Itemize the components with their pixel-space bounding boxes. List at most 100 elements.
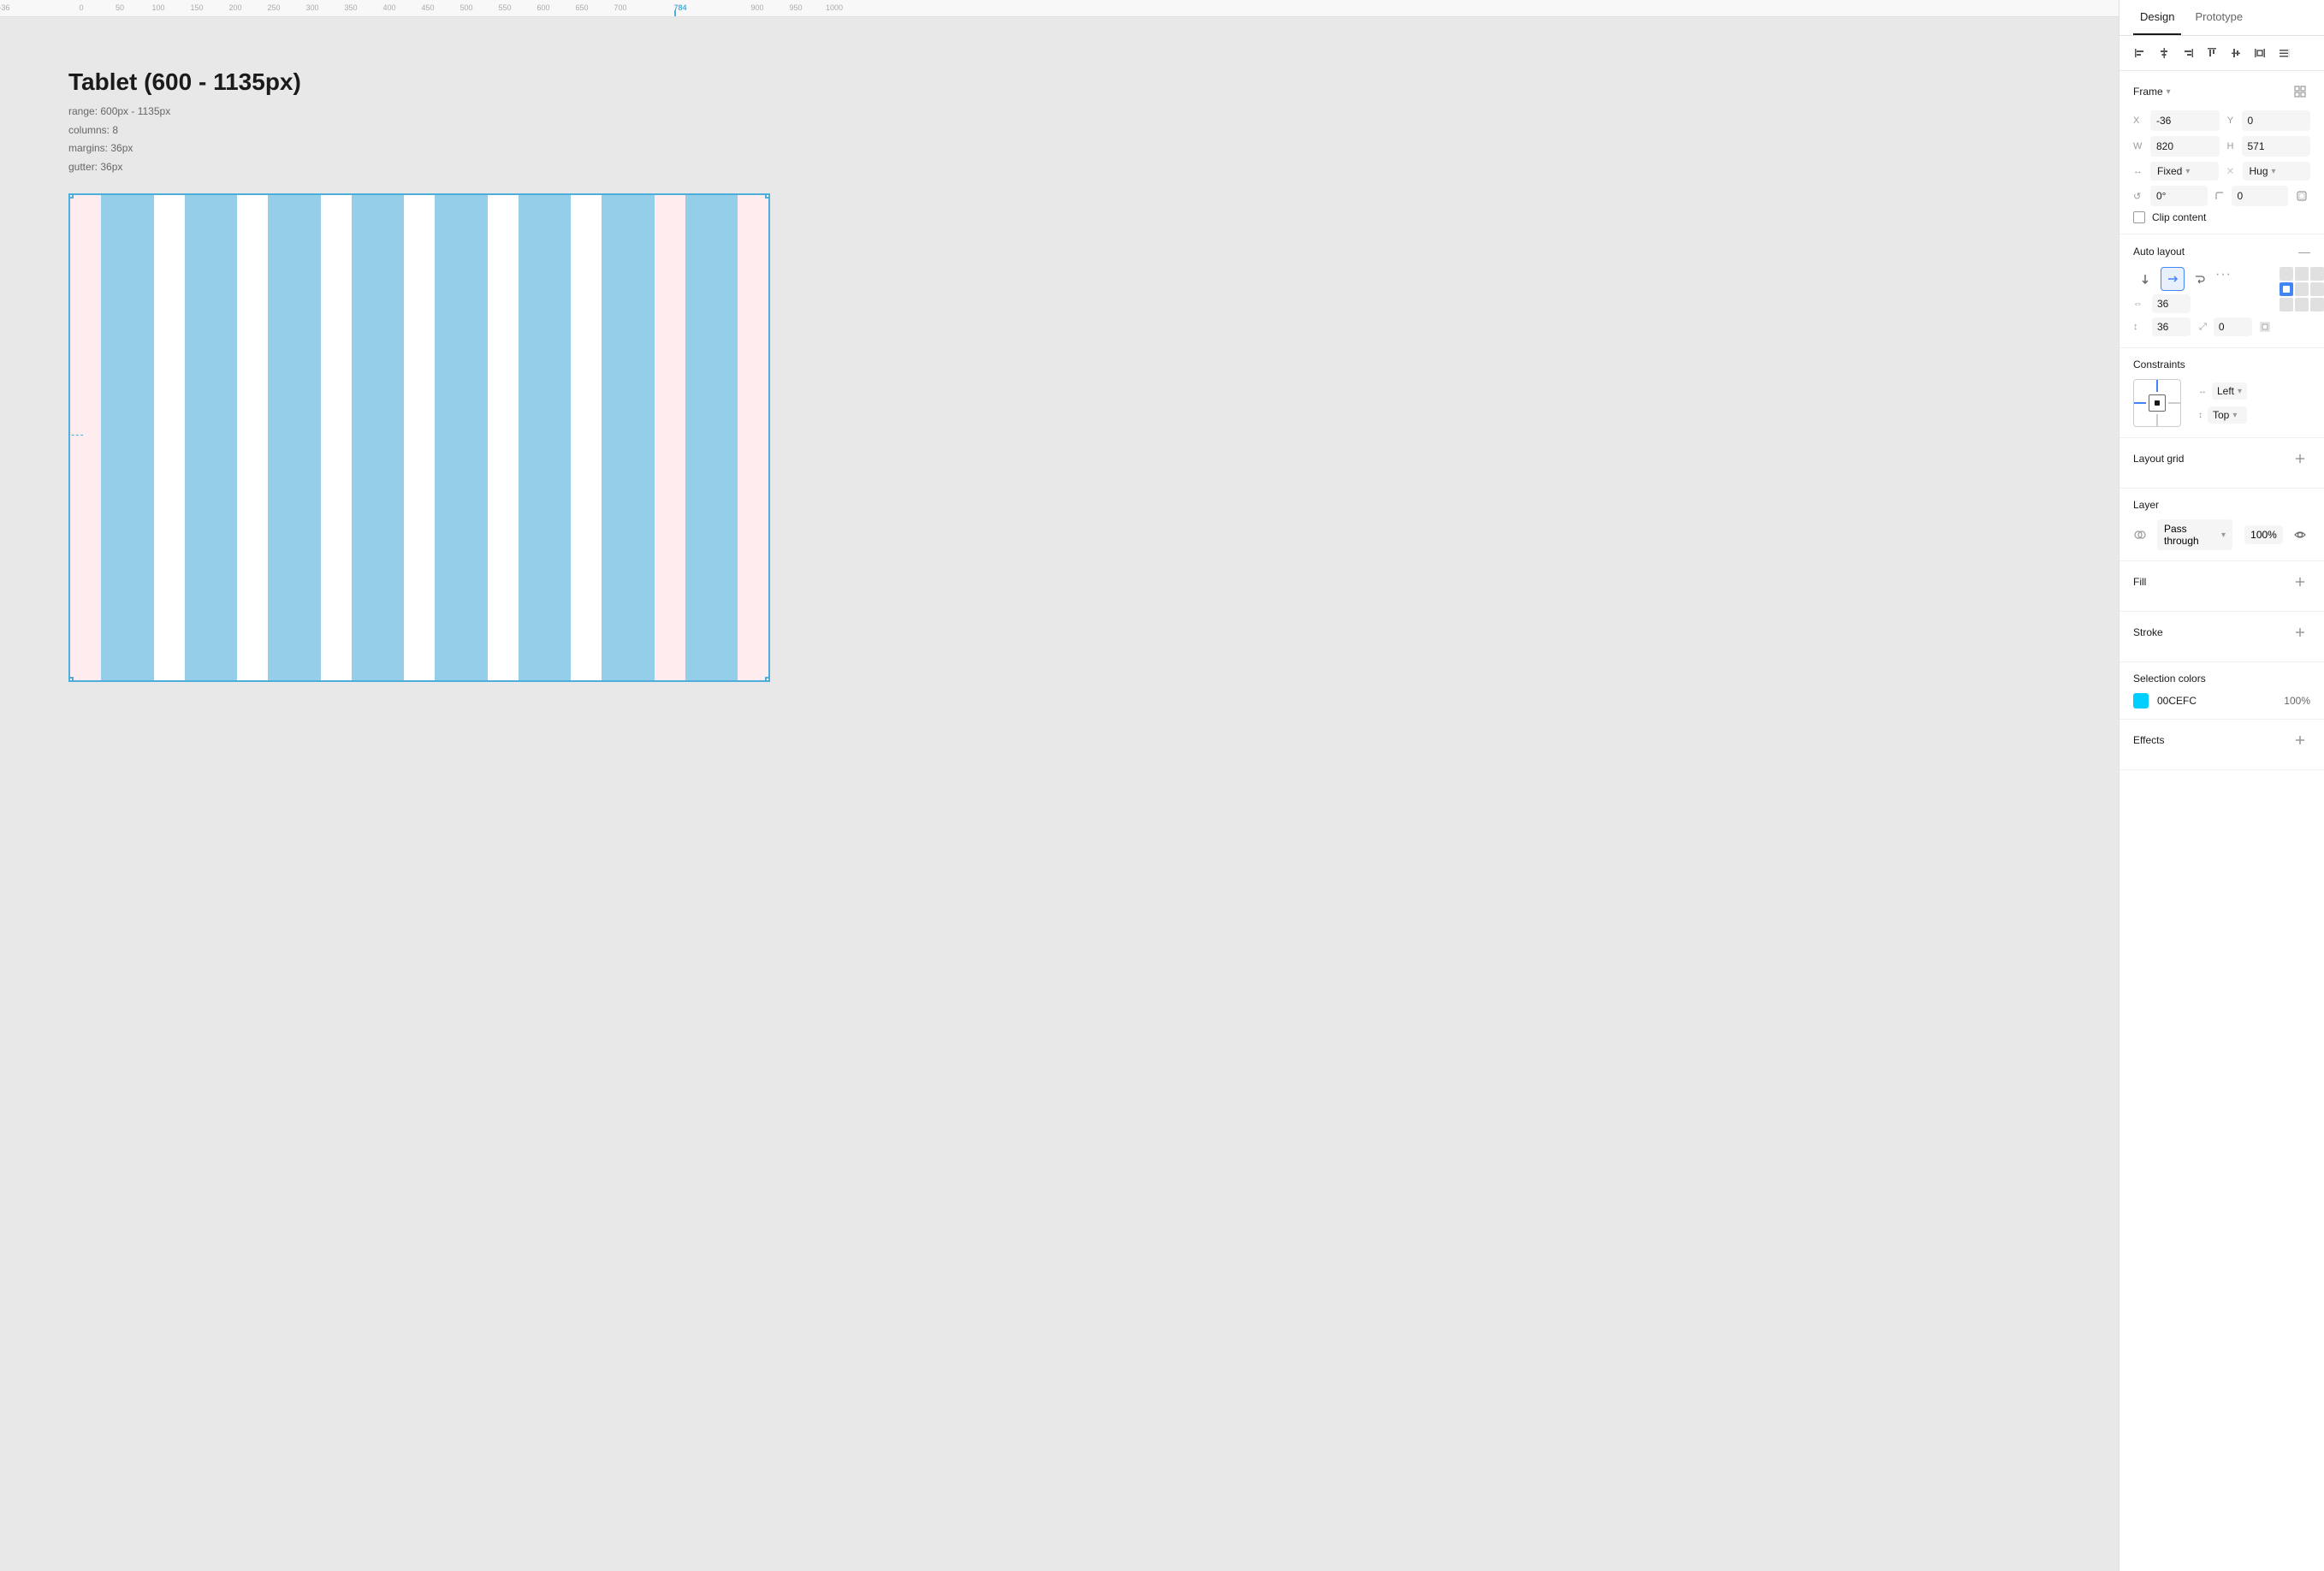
effects-section: Effects (2119, 720, 2324, 770)
effects-add-btn[interactable] (2290, 730, 2310, 750)
rotation-input[interactable]: 0° (2150, 186, 2208, 206)
vertical-gap-input[interactable]: 36 (2152, 317, 2191, 336)
wh-row: W 820 H 571 (2133, 136, 2310, 157)
clip-content-label: Clip content (2152, 211, 2206, 223)
ruler-tick: 900 (750, 3, 763, 12)
padding-row: ↕ 36 ⤢ 0 (2133, 317, 2273, 337)
padding-individual-icon[interactable] (2257, 317, 2273, 337)
align-left-icon[interactable] (2130, 43, 2150, 63)
grid-margin-left (70, 195, 101, 680)
fill-header: Fill (2133, 572, 2310, 592)
frame-handle-br[interactable] (765, 677, 770, 682)
grid-col-6 (519, 195, 572, 680)
blend-mode-dropdown[interactable]: Pass through ▾ (2157, 519, 2232, 550)
ruler-tick: 250 (267, 3, 280, 12)
constraint-visual (2133, 379, 2181, 427)
visibility-toggle[interactable] (2290, 525, 2310, 545)
corner-individual-icon[interactable] (2293, 186, 2310, 206)
align-center-horizontal-icon[interactable] (2154, 43, 2174, 63)
layout-grid-add-btn[interactable] (2290, 448, 2310, 469)
align-cell[interactable] (2310, 282, 2324, 296)
selection-colors-header: Selection colors (2133, 673, 2310, 685)
height-type-dropdown[interactable]: Hug ▾ (2243, 162, 2311, 181)
auto-layout-collapse[interactable]: — (2298, 245, 2310, 258)
align-cell[interactable] (2310, 298, 2324, 311)
more-align-icon[interactable] (2274, 43, 2294, 63)
y-input[interactable]: 0 (2242, 110, 2311, 131)
grid-col-4 (352, 195, 405, 680)
frame-resize-icon[interactable] (2290, 81, 2310, 102)
align-cell[interactable] (2310, 267, 2324, 281)
auto-layout-title: Auto layout (2133, 246, 2185, 258)
frame-section-title: Frame (2133, 86, 2163, 98)
clip-content-checkbox[interactable] (2133, 211, 2145, 223)
effects-title: Effects (2133, 734, 2164, 746)
w-input[interactable]: 820 (2150, 136, 2220, 157)
frame-handle-bl[interactable] (68, 677, 74, 682)
h-input[interactable]: 571 (2242, 136, 2311, 157)
layout-grid-header: Layout grid (2133, 448, 2310, 469)
fill-title: Fill (2133, 576, 2146, 588)
grid-gutter-2 (237, 195, 268, 680)
distribute-icon[interactable] (2250, 43, 2270, 63)
align-top-icon[interactable] (2202, 43, 2222, 63)
ruler-top: -36 0 50 100 150 200 250 300 350 400 450… (0, 0, 2119, 17)
padding-input[interactable]: 0 (2214, 317, 2252, 336)
align-cell-active[interactable] (2280, 282, 2293, 296)
ruler-tick: 950 (789, 3, 802, 12)
x-input[interactable]: -36 (2150, 110, 2220, 131)
layer-section: Layer Pass through ▾ 100% (2119, 489, 2324, 561)
vertical-constraint-dropdown[interactable]: Top ▾ (2208, 406, 2247, 424)
frame-box[interactable]: 820 × Hug (68, 193, 770, 682)
frame-section: Frame ▾ X -36 Y 0 W 820 H 571 (2119, 71, 2324, 234)
frame-handle-tr[interactable] (765, 193, 770, 199)
horizontal-gap-input[interactable]: 36 (2152, 294, 2191, 313)
ruler-tick: 550 (498, 3, 511, 12)
constraint-left-line (2134, 402, 2146, 404)
tab-design[interactable]: Design (2133, 0, 2181, 35)
h-label: H (2225, 141, 2237, 151)
corner-radius-input[interactable]: 0 (2232, 186, 2289, 206)
size-type-row: ↔ Fixed ▾ ✕ Hug ▾ (2133, 162, 2310, 181)
canvas-content[interactable]: Tablet (600 - 1135px) range: 600px - 113… (0, 17, 2119, 1571)
constraint-bottom-line (2156, 414, 2158, 426)
align-cell[interactable] (2280, 298, 2293, 311)
ruler-tick: 200 (228, 3, 241, 12)
grid-gutter-1 (154, 195, 185, 680)
auto-layout-more-btn[interactable]: ··· (2215, 267, 2232, 291)
fill-add-btn[interactable] (2290, 572, 2310, 592)
color-swatch-row: 00CEFC 100% (2133, 693, 2310, 708)
ruler-tick: 650 (575, 3, 588, 12)
grid-col-3 (268, 195, 321, 680)
direction-down-btn[interactable] (2133, 267, 2157, 291)
stroke-add-btn[interactable] (2290, 622, 2310, 643)
direction-wrap-btn[interactable] (2188, 267, 2212, 291)
opacity-input[interactable]: 100% (2244, 525, 2283, 544)
effects-header: Effects (2133, 730, 2310, 750)
tab-prototype[interactable]: Prototype (2188, 0, 2250, 35)
align-cell[interactable] (2295, 267, 2309, 281)
align-middle-icon[interactable] (2226, 43, 2246, 63)
vertical-padding-icon: ↕ (2133, 322, 2147, 332)
auto-layout-header: Auto layout — (2133, 245, 2310, 258)
horizontal-constraint-dropdown[interactable]: Left ▾ (2212, 382, 2247, 400)
horizontal-constraint: ↔ Left ▾ (2198, 382, 2247, 400)
align-cell[interactable] (2295, 298, 2309, 311)
align-cell[interactable] (2295, 282, 2309, 296)
layout-grid-title: Layout grid (2133, 453, 2184, 465)
fill-section: Fill (2119, 561, 2324, 612)
frame-handle-tl[interactable] (68, 193, 74, 199)
padding-icon: ⤢ (2199, 322, 2207, 333)
layer-header: Layer (2133, 499, 2310, 511)
stroke-header: Stroke (2133, 622, 2310, 643)
direction-right-btn[interactable] (2161, 267, 2185, 291)
align-cell[interactable] (2280, 267, 2293, 281)
vertical-constraint: ↕ Top ▾ (2198, 406, 2247, 424)
frame-dropdown-arrow[interactable]: ▾ (2167, 87, 2171, 97)
frame-info-columns: columns: 8 (68, 122, 770, 140)
width-type-dropdown[interactable]: Fixed ▾ (2150, 162, 2219, 181)
selection-colors-section: Selection colors 00CEFC 100% (2119, 662, 2324, 720)
layout-grid-section: Layout grid (2119, 438, 2324, 489)
align-right-icon[interactable] (2178, 43, 2198, 63)
color-swatch[interactable] (2133, 693, 2149, 708)
